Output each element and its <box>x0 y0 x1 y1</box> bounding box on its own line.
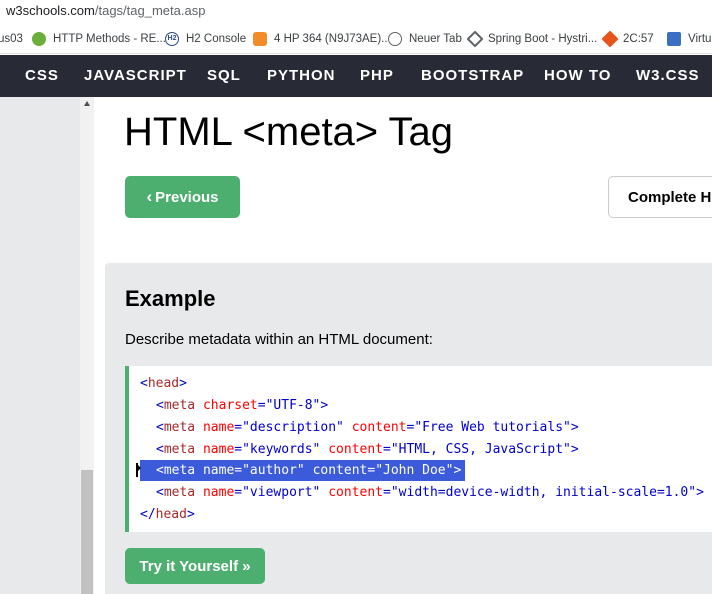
globe-icon <box>388 31 402 46</box>
nav-sql[interactable]: SQL <box>207 55 241 97</box>
code-line-meta-description: <meta name="description" content="Free W… <box>156 420 579 435</box>
bookmark-hp-printer[interactable]: 4 HP 364 (N9J73AE)... <box>253 23 391 53</box>
mouse-cursor-icon <box>136 463 142 479</box>
chevron-left-icon: ‹ <box>146 187 153 206</box>
bookmark-us03[interactable]: us03 <box>0 23 23 53</box>
nav-javascript[interactable]: JAVASCRIPT <box>84 55 187 97</box>
bookmark-label: Neuer Tab <box>409 32 462 45</box>
top-nav: CSS JAVASCRIPT SQL PYTHON PHP BOOTSTRAP … <box>0 55 712 97</box>
try-it-yourself-button[interactable]: Try it Yourself » <box>125 548 265 584</box>
green-circle-icon <box>32 31 46 46</box>
bookmark-label: us03 <box>0 32 23 45</box>
hp-icon <box>253 31 267 46</box>
url-host: w3schools.com <box>6 3 95 18</box>
scroll-up-arrow-icon[interactable] <box>84 101 90 106</box>
complete-reference-button[interactable]: Complete H <box>608 176 712 218</box>
example-description: Describe metadata within an HTML documen… <box>125 331 433 348</box>
url-path: /tags/tag_meta.asp <box>94 3 206 18</box>
nav-how-to[interactable]: HOW TO <box>544 55 611 97</box>
bookmark-label: Spring Boot - Hystri... <box>488 32 598 45</box>
page-root: w3schools.com/tags/tag_meta.asp us03 HTT… <box>0 0 712 594</box>
complete-label: Complete H <box>628 189 712 206</box>
bookmark-label: Virtua <box>688 32 712 45</box>
spring-icon <box>466 30 484 47</box>
left-sidebar <box>0 97 80 594</box>
previous-label: Previous <box>155 188 219 206</box>
bookmarks-bar: us03 HTTP Methods - RE... H2 H2 Console … <box>0 23 712 54</box>
page-title: HTML <meta> Tag <box>124 110 454 154</box>
virtualbox-icon <box>667 31 681 46</box>
bookmark-spring-boot[interactable]: Spring Boot - Hystri... <box>466 23 598 53</box>
bookmark-h2-console[interactable]: H2 H2 Console <box>165 23 247 53</box>
previous-button[interactable]: ‹ Previous <box>125 176 240 218</box>
nav-bootstrap[interactable]: BOOTSTRAP <box>421 55 524 97</box>
bookmark-label: H2 Console <box>186 32 247 45</box>
bookmark-label: 4 HP 364 (N9J73AE)... <box>274 32 391 45</box>
nav-python[interactable]: PYTHON <box>267 55 336 97</box>
bookmark-neuer-tab[interactable]: Neuer Tab <box>388 23 462 53</box>
code-line-head-open: <head> <box>140 376 187 391</box>
bookmark-virtualbox[interactable]: Virtua <box>667 23 712 53</box>
bookmark-http-methods[interactable]: HTTP Methods - RE... <box>32 23 166 53</box>
bookmark-label: 2C:57 <box>623 32 654 45</box>
address-bar[interactable]: w3schools.com/tags/tag_meta.asp <box>0 0 712 23</box>
code-line-meta-viewport: <meta name="viewport" content="width=dev… <box>156 485 704 500</box>
diamond-icon <box>601 30 619 47</box>
code-line-meta-author-selected: <meta name="author" content="John Doe"> <box>156 463 462 478</box>
code-line-head-close: </head> <box>140 507 195 522</box>
bookmark-2c57[interactable]: 2C:57 <box>601 23 654 53</box>
nav-php[interactable]: PHP <box>360 55 394 97</box>
bookmark-label: HTTP Methods - RE... <box>53 32 166 45</box>
code-line-meta-charset: <meta charset="UTF-8"> <box>156 398 329 413</box>
nav-w3css[interactable]: W3.CSS <box>636 55 700 97</box>
example-title: Example <box>125 286 216 311</box>
code-line-meta-keywords: <meta name="keywords" content="HTML, CSS… <box>156 442 579 457</box>
nav-css[interactable]: CSS <box>25 55 59 97</box>
url-text[interactable]: w3schools.com/tags/tag_meta.asp <box>6 3 205 18</box>
h2-icon: H2 <box>165 31 179 46</box>
scrollbar-thumb[interactable] <box>81 470 93 594</box>
